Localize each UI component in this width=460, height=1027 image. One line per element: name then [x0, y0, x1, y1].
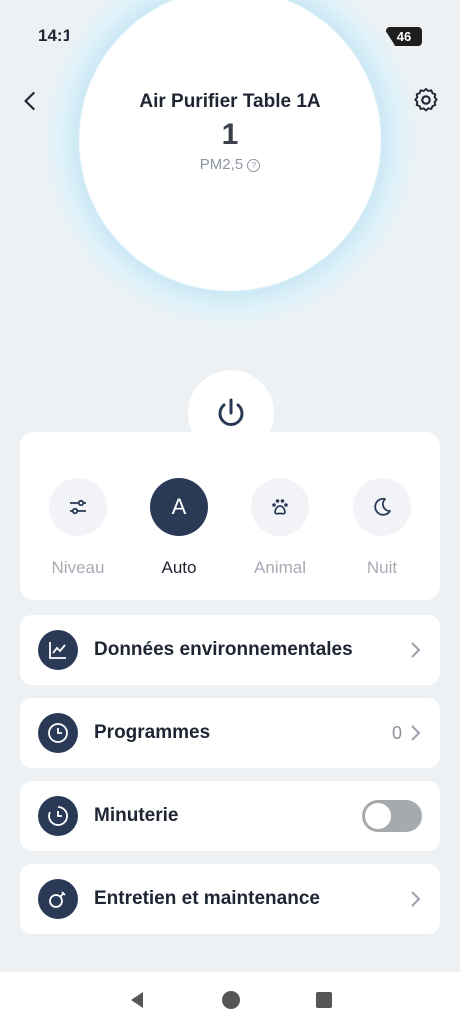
app-header: Air Purifier Table 1A	[0, 72, 460, 132]
environmental-data-label: Données environnementales	[94, 639, 353, 660]
timer-icon	[38, 796, 78, 836]
mode-niveau[interactable]: Niveau	[38, 478, 118, 578]
sliders-icon	[70, 499, 86, 515]
clock-icon	[38, 713, 78, 753]
chevron-right-icon	[411, 725, 421, 741]
mode-selector-card: Niveau A Auto Animal Nuit	[20, 432, 440, 600]
mode-auto[interactable]: A Auto	[139, 478, 219, 578]
page-title: Air Purifier Table 1A	[139, 91, 321, 112]
mode-animal-button[interactable]	[251, 478, 309, 536]
toggle-knob	[365, 803, 391, 829]
maintenance-row[interactable]: Entretien et maintenance	[20, 864, 440, 934]
maintenance-label: Entretien et maintenance	[94, 888, 320, 909]
chevron-right-icon	[411, 642, 421, 658]
schedules-row[interactable]: Programmes 0	[20, 698, 440, 768]
filter-icon	[38, 879, 78, 919]
nav-recents-icon[interactable]	[315, 991, 333, 1009]
system-navigation-bar	[0, 972, 460, 1027]
power-button[interactable]	[188, 370, 274, 456]
pm25-label: PM2,5	[199, 156, 244, 173]
nav-home-icon[interactable]	[221, 990, 241, 1010]
mode-animal[interactable]: Animal	[240, 478, 320, 578]
timer-label: Minuterie	[94, 805, 179, 826]
chevron-right-icon	[411, 891, 421, 907]
mode-niveau-label: Niveau	[51, 558, 105, 577]
schedules-label: Programmes	[94, 722, 211, 743]
nav-back-icon[interactable]	[127, 990, 147, 1010]
environmental-data-row[interactable]: Données environnementales	[20, 615, 440, 685]
pm25-label-row: PM2,5 ?	[0, 156, 460, 173]
help-icon[interactable]: ?	[247, 159, 261, 172]
mode-auto-label: Auto	[161, 558, 197, 577]
mode-niveau-button[interactable]	[49, 478, 107, 536]
paw-icon	[272, 499, 288, 515]
back-icon[interactable]	[18, 88, 44, 114]
timer-toggle[interactable]	[362, 800, 422, 832]
schedules-count: 0	[391, 722, 402, 743]
timer-row: Minuterie	[20, 781, 440, 851]
moon-icon	[374, 497, 391, 516]
mode-auto-button[interactable]: A	[150, 478, 208, 536]
mode-nuit-button[interactable]	[353, 478, 411, 536]
mode-nuit-label: Nuit	[366, 558, 398, 577]
gear-icon[interactable]	[412, 86, 440, 114]
mode-nuit[interactable]: Nuit	[342, 478, 422, 578]
chart-icon	[38, 630, 78, 670]
power-icon	[218, 398, 244, 426]
letter-a-icon: A	[171, 494, 187, 519]
mode-animal-label: Animal	[254, 558, 306, 577]
